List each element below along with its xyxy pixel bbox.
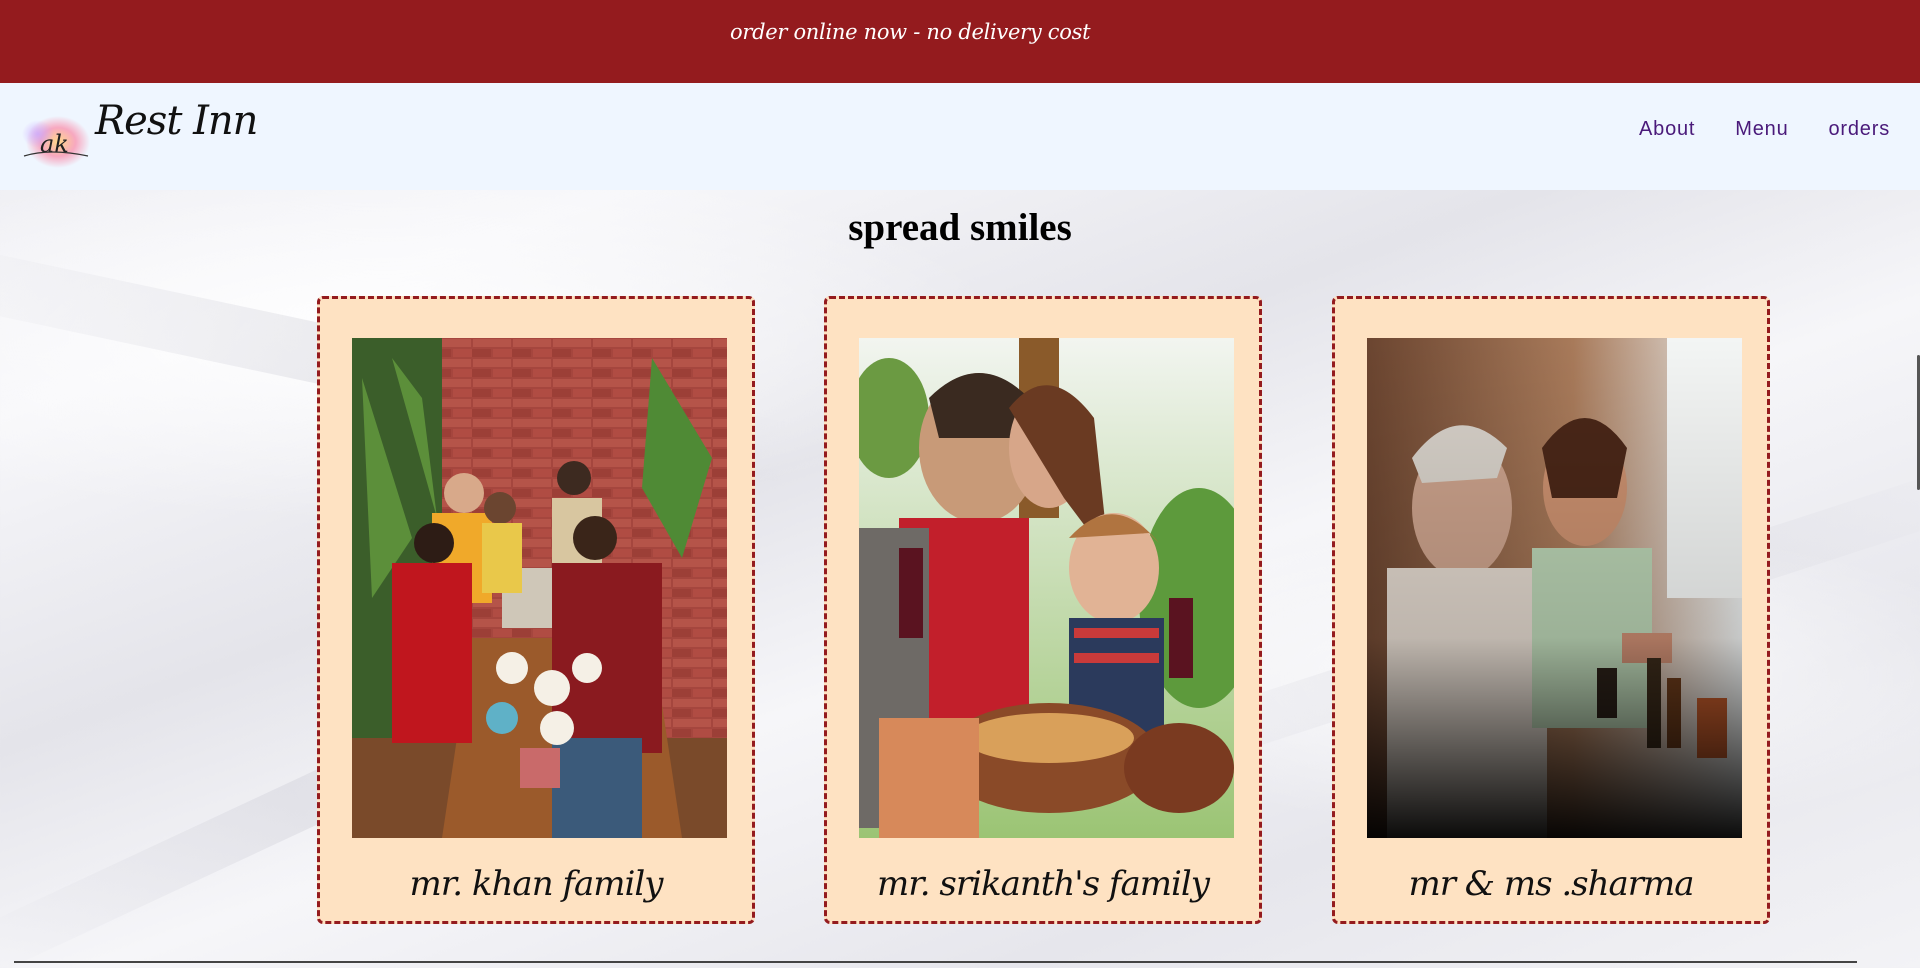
top-banner: order online now - no delivery cost <box>0 0 1920 83</box>
nav-link-menu[interactable]: Menu <box>1735 118 1788 141</box>
family-eating-outdoors-photo <box>859 338 1234 838</box>
card-caption: mr. khan family <box>409 864 664 904</box>
nav-menu: About Menu orders <box>1639 118 1890 141</box>
card-caption: mr. srikanth's family <box>877 864 1210 904</box>
navbar <box>0 83 1920 190</box>
family-dining-photo <box>352 338 727 838</box>
nav-link-orders[interactable]: orders <box>1829 118 1891 141</box>
testimonial-card: mr. srikanth's family <box>824 296 1262 924</box>
couple-dining-photo <box>1367 338 1742 838</box>
nav-link-about[interactable]: About <box>1639 118 1695 141</box>
banner-text: order online now - no delivery cost <box>730 20 1091 44</box>
card-caption: mr & ms .sharma <box>1408 864 1694 904</box>
testimonial-card: mr. khan family <box>317 296 755 924</box>
section-title: spread smiles <box>848 206 1072 249</box>
logo-badge-text: ak <box>40 130 69 158</box>
logo-text[interactable]: Rest Inn <box>95 98 258 144</box>
testimonial-card: mr & ms .sharma <box>1332 296 1770 924</box>
divider <box>14 961 1857 963</box>
logo-icon[interactable]: ak <box>20 112 92 170</box>
